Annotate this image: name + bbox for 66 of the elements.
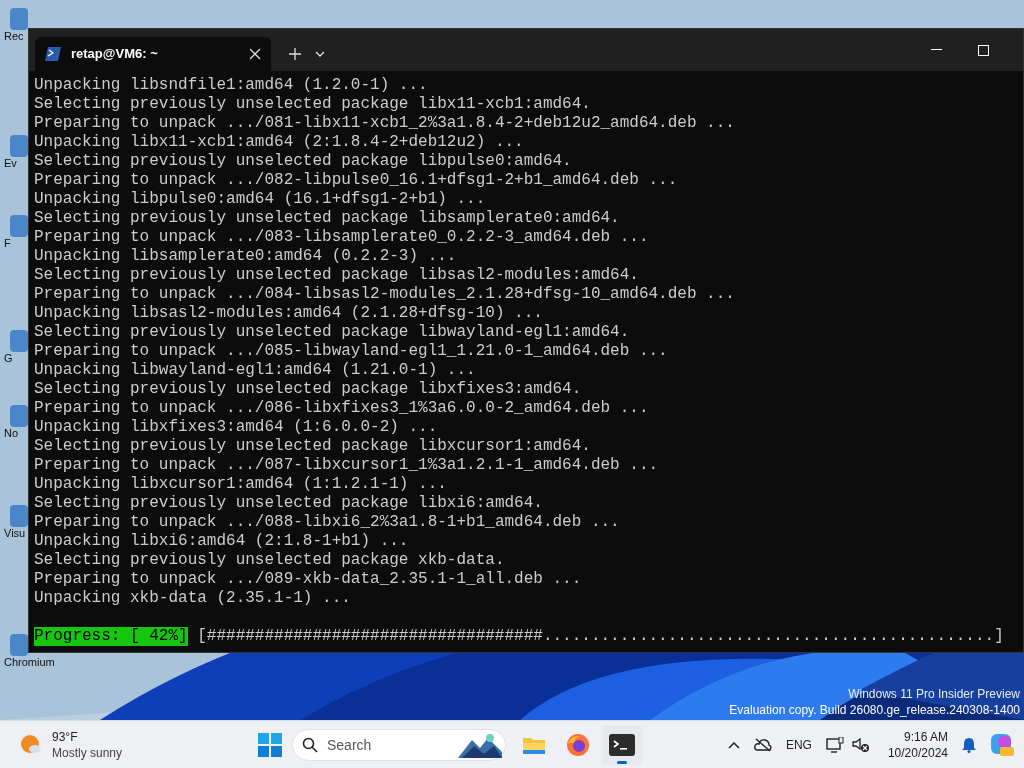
terminal-line: Preparing to unpack .../082-libpulse0_16.1+dfsg1-2+b1_amd64.deb ... [34,171,678,190]
network-icon[interactable] [825,736,844,753]
terminal-line: Preparing to unpack .../086-libxfixes3_1%3a6.0.0-2_amd64.deb ... [34,399,649,418]
desktop-icon-label: F [4,237,11,251]
bell-icon[interactable] [962,736,976,753]
terminal-line: Selecting previously unselected package libxcursor1:amd64. [34,437,591,456]
terminal-line: Selecting previously unselected package libwayland-egl1:amd64. [34,323,630,342]
copilot-icon[interactable] [990,732,1014,757]
build-watermark-text: Windows 11 Pro Insider Preview [848,686,1020,702]
terminal-line: Preparing to unpack .../084-libsasl2-modules_2.1.28+dfsg-10_amd64.deb ... [34,285,735,304]
terminal-icon [609,733,635,756]
desktop-icon-label: No [4,427,19,441]
search-field[interactable]: Search [292,728,506,761]
desktop-icon-label: Visu [4,527,26,541]
terminal-line: Selecting previously unselected package libsasl2-modules:amd64. [34,266,639,285]
build-watermark-text: Evaluation copy. Build 26080.ge_release.240308-1400 [729,702,1020,718]
terminal-line: Preparing to unpack .../081-libx11-xcb1_2%3a1.8.4-2+deb12u2_amd64.deb ... [34,114,735,133]
desktop-icon-label: Chromium [4,656,55,670]
terminal-line: Unpacking libxcursor1:amd64 (1:1.2.1-1) ... [34,475,447,494]
desktop-icon-label: G [4,352,13,366]
progress-label: Progress: [ 42%] [34,627,188,646]
clock-date[interactable]: 10/20/2024 [887,744,948,761]
terminal-line: Unpacking libx11-xcb1:amd64 (2:1.8.4-2+deb12u2) ... [34,133,524,152]
active-indicator [617,760,627,764]
terminal-line: Selecting previously unselected package libxfixes3:amd64. [34,380,582,399]
close-icon[interactable] [249,48,261,60]
clock-time[interactable]: 9:16 AM [903,728,948,745]
terminal-line: Selecting previously unselected package xkb-data. [34,551,505,570]
terminal-line: Preparing to unpack .../085-libwayland-egl1_1.21.0-1_amd64.deb ... [34,342,668,361]
mountain-illustration-icon [458,731,502,758]
terminal-tab[interactable]: retap@VM6: ~ [35,37,271,71]
weather-condition-text: Mostly sunny [52,744,123,761]
terminal-line: Unpacking libsasl2-modules:amd64 (2.1.28+dfsg-10) ... [34,304,543,323]
progress-bar-text: [###################################...............................................] [197,627,1004,646]
terminal-line: Unpacking libxi6:amd64 (2:1.8-1+b1) ... [34,532,409,551]
terminal-line: Unpacking libwayland-egl1:amd64 (1.21.0-1) ... [34,361,476,380]
new-tab-icon[interactable] [289,48,301,60]
chevron-up-icon[interactable] [727,740,740,749]
maximize-icon[interactable] [978,44,989,56]
temperature-text: 93°F [52,728,79,745]
windows-logo-icon [258,732,282,757]
terminal-line: Unpacking libxfixes3:amd64 (1:6.0.0-2) ... [34,418,438,437]
speaker-muted-icon[interactable] [851,736,870,753]
language-indicator[interactable]: ENG [785,735,812,754]
cloud-off-icon[interactable] [753,737,772,752]
search-icon [302,736,318,753]
terminal-line: Selecting previously unselected package libsamplerate0:amd64. [34,209,620,228]
minimize-icon[interactable] [931,49,942,51]
terminal-line: Unpacking xkb-data (2.35.1-1) ... [34,589,351,608]
terminal-line: Selecting previously unselected package libx11-xcb1:amd64. [34,95,591,114]
terminal-line: Preparing to unpack .../083-libsamplerate0_0.2.2-3_amd64.deb ... [34,228,649,247]
desktop-icon-label: Ev [4,157,17,171]
terminal-line: Preparing to unpack .../089-xkb-data_2.35.1-1_all.deb ... [34,570,582,589]
terminal-line: Preparing to unpack .../088-libxi6_2%3a1.8-1+b1_amd64.deb ... [34,513,620,532]
terminal-line: Selecting previously unselected package libpulse0:amd64. [34,152,572,171]
terminal-line: Selecting previously unselected package libxi6:amd64. [34,494,543,513]
dropdown-caret-icon[interactable] [315,51,325,57]
terminal-line: Preparing to unpack .../087-libxcursor1_1%3a1.2.1-1_amd64.deb ... [34,456,659,475]
firefox-icon [566,732,590,757]
terminal-line: Unpacking libpulse0:amd64 (16.1+dfsg1-2+b1) ... [34,190,486,209]
terminal-line: Unpacking libsndfile1:amd64 (1.2.0-1) ... [34,76,428,95]
tab-title: retap@VM6: ~ [71,45,159,64]
terminal-line: Unpacking libsamplerate0:amd64 (0.2.2-3) ... [34,247,457,266]
desktop-icon-label: Rec [4,30,24,44]
taskbar-app-button[interactable] [602,724,642,765]
powershell-icon [45,47,61,61]
